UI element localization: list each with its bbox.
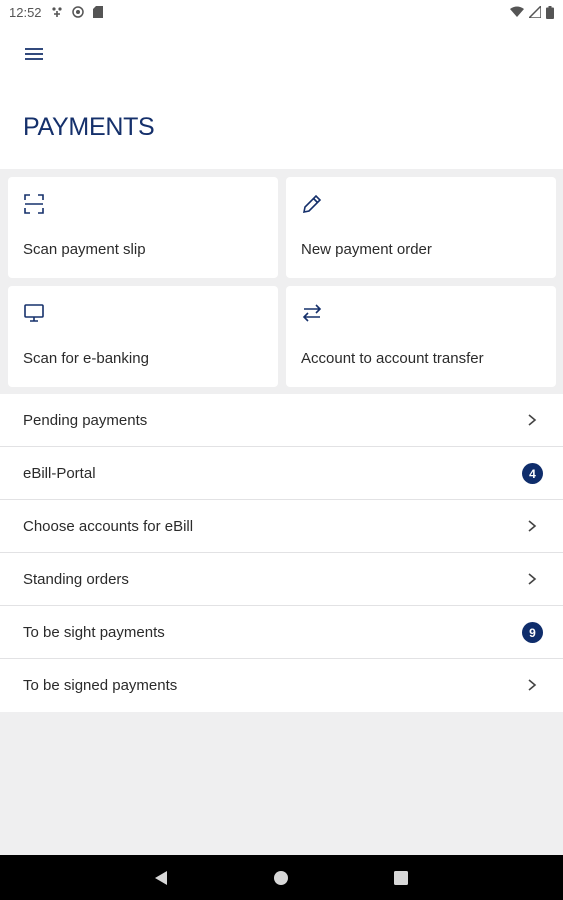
tile-scan-for-e-banking[interactable]: Scan for e-banking [8,286,278,387]
sd-card-icon [92,6,103,18]
status-bar: 12:52 [0,0,563,24]
list-item-label: Pending payments [23,411,148,429]
scan-frame-icon [22,192,46,216]
list-item-to-be-sight-payments[interactable]: To be sight payments 9 [0,606,563,659]
list-item-choose-accounts-for-ebill[interactable]: Choose accounts for eBill [0,500,563,553]
back-icon[interactable] [150,867,172,889]
list-item-to-be-signed-payments[interactable]: To be signed payments [0,659,563,712]
chevron-right-icon [525,519,539,533]
pencil-icon [300,192,324,216]
monitor-icon [22,301,46,325]
count-badge: 9 [522,622,543,643]
action-tiles: Scan payment slip New payment order Scan… [8,177,556,387]
sync-icon [71,6,84,18]
tile-label: New payment order [301,241,432,258]
list-item-ebill-portal[interactable]: eBill-Portal 4 [0,447,563,500]
list-item-label: eBill-Portal [23,464,96,482]
list-item-label: To be sight payments [23,623,165,641]
list-item-label: Standing orders [23,570,129,588]
tile-label: Account to account transfer [301,350,484,367]
list-item-standing-orders[interactable]: Standing orders [0,553,563,606]
count-badge: 4 [522,463,543,484]
list-item-pending-payments[interactable]: Pending payments [0,394,563,447]
recents-icon[interactable] [390,867,412,889]
system-nav-bar [0,855,563,900]
status-bar-left: 12:52 [9,5,103,20]
notification-icon [51,6,63,18]
home-icon[interactable] [270,867,292,889]
chevron-right-icon [525,572,539,586]
chevron-right-icon [525,678,539,692]
wifi-icon [510,6,524,18]
list-item-label: Choose accounts for eBill [23,517,194,535]
list-item-label: To be signed payments [23,677,178,694]
transfer-arrows-icon [300,301,324,325]
payments-list: Pending payments eBill-Portal 4 Choose a… [0,394,563,712]
tile-scan-payment-slip[interactable]: Scan payment slip [8,177,278,278]
tile-new-payment-order[interactable]: New payment order [286,177,556,278]
page-title: PAYMENTS [23,113,155,141]
tile-label: Scan for e-banking [23,350,149,367]
tile-account-to-account-transfer[interactable]: Account to account transfer [286,286,556,387]
battery-icon [546,5,554,19]
chevron-right-icon [525,413,539,427]
status-bar-right [510,5,554,19]
hamburger-menu-icon[interactable] [22,42,46,66]
app-header: PAYMENTS [0,24,563,169]
tile-label: Scan payment slip [23,241,146,258]
status-time: 12:52 [9,4,42,20]
signal-icon [529,6,541,18]
